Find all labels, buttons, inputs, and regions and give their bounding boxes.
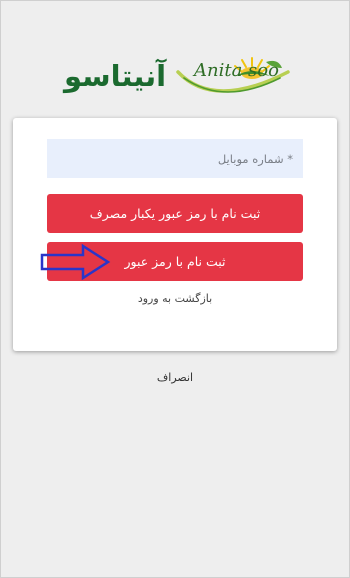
mobile-number-input[interactable] <box>47 139 303 178</box>
brand-logo: آنیتاسو Anita soo <box>56 52 300 104</box>
annotation-arrow-icon <box>39 243 111 281</box>
brand-name-latin: Anita soo <box>194 60 279 81</box>
cancel-link[interactable]: انصراف <box>0 371 350 384</box>
signup-card: ثبت نام با رمز عبور یکبار مصرف ثبت نام ب… <box>13 118 337 351</box>
back-to-login-link[interactable]: بازگشت به ورود <box>13 292 337 305</box>
signup-otp-button[interactable]: ثبت نام با رمز عبور یکبار مصرف <box>47 194 303 233</box>
brand-name-persian: آنیتاسو <box>63 59 167 93</box>
anita-soo-logo-icon: Anita soo <box>174 52 300 104</box>
